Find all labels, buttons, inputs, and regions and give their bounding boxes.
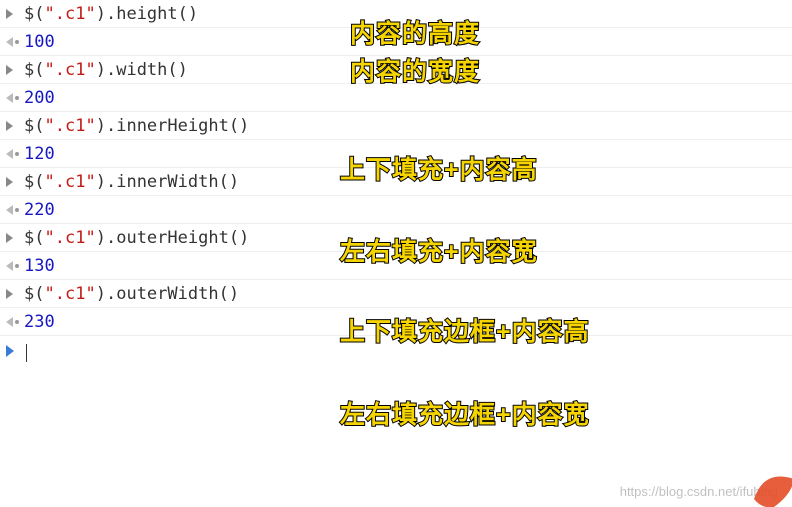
annotation-label: 左右填充边框+内容宽 — [340, 395, 590, 431]
code-line: $(".c1").innerHeight() — [24, 116, 249, 136]
output-value: 100 — [24, 32, 55, 52]
console-input-row[interactable]: $(".c1").innerHeight() — [0, 112, 792, 140]
console-output-row: 230 — [0, 308, 792, 336]
code-line: $(".c1").height() — [24, 4, 198, 24]
console-panel: $(".c1").height() 100 $(".c1").width() 2… — [0, 0, 792, 366]
console-prompt[interactable] — [0, 336, 792, 366]
console-input-row[interactable]: $(".c1").outerHeight() — [0, 224, 792, 252]
console-input-row[interactable]: $(".c1").innerWidth() — [0, 168, 792, 196]
output-value: 200 — [24, 88, 55, 108]
output-value: 230 — [24, 312, 55, 332]
console-output-row: 120 — [0, 140, 792, 168]
text-cursor-icon — [26, 344, 27, 362]
console-input-row[interactable]: $(".c1").outerWidth() — [0, 280, 792, 308]
console-output-row: 130 — [0, 252, 792, 280]
code-line: $(".c1").width() — [24, 60, 188, 80]
console-input-row[interactable]: $(".c1").width() — [0, 56, 792, 84]
console-input-row[interactable]: $(".c1").height() — [0, 0, 792, 28]
code-line: $(".c1").outerWidth() — [24, 284, 239, 304]
console-output-row: 100 — [0, 28, 792, 56]
output-value: 120 — [24, 144, 55, 164]
csdn-badge-icon — [744, 459, 792, 507]
output-value: 220 — [24, 200, 55, 220]
code-line: $(".c1").outerHeight() — [24, 228, 249, 248]
console-output-row: 200 — [0, 84, 792, 112]
code-line: $(".c1").innerWidth() — [24, 172, 239, 192]
output-value: 130 — [24, 256, 55, 276]
console-output-row: 220 — [0, 196, 792, 224]
